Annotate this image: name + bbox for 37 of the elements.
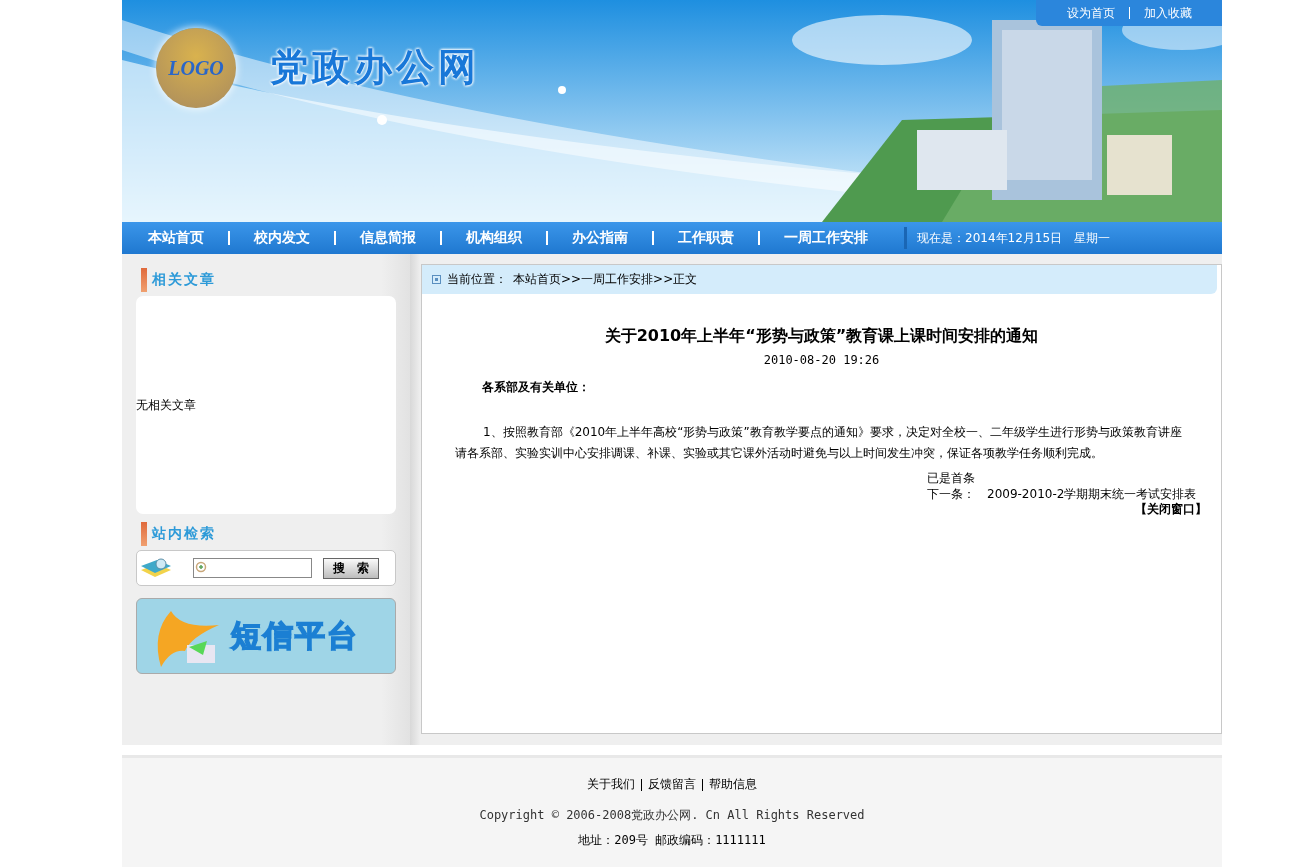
section-title: 相关文章 <box>152 271 216 289</box>
site-title: 党政办公网 <box>270 44 480 91</box>
nav-item[interactable]: 信息简报 <box>360 229 416 247</box>
footer-link[interactable]: 反馈留言 <box>648 776 696 793</box>
next-link[interactable]: 2009-2010-2学期期末统一考试安排表 <box>987 486 1197 502</box>
nav-item[interactable]: 工作职责 <box>678 229 734 247</box>
nav-item[interactable]: 机构组织 <box>466 229 522 247</box>
footer-link[interactable]: 关于我们 <box>587 776 635 793</box>
nav-item[interactable]: 校内发文 <box>254 229 310 247</box>
title-bar-icon <box>141 268 147 292</box>
next-label: 下一条： <box>927 486 975 502</box>
zoom-icon <box>195 561 209 575</box>
section-title: 站内检索 <box>152 525 216 543</box>
search-button[interactable]: 搜 索 <box>323 557 379 579</box>
books-icon <box>139 556 173 580</box>
nav-item[interactable]: 本站首页 <box>148 229 204 247</box>
top-link[interactable]: 加入收藏 <box>1143 4 1192 22</box>
search-field[interactable] <box>193 558 312 578</box>
bullet-icon <box>432 275 441 284</box>
breadcrumb-label: 当前位置： <box>447 271 507 288</box>
nav-item[interactable]: 一周工作安排 <box>784 229 868 247</box>
current-date: 现在是：2014年12月15日 星期一 <box>904 227 1111 249</box>
article-body: 1、按照教育部《2010年上半年高校“形势与政策”教育教学要点的通知》要求，决定对全校一、二年级学生进行形势与政策教育讲座请各系部、实验实训中心安排调课、补课、实验或其它课外活动时避免与以上时间发生冲突，保证各项教学任务顺利完成。 <box>455 424 1183 462</box>
empty-message: 无相关文章 <box>136 396 196 414</box>
previous-note: 已是首条 <box>927 470 975 486</box>
salutation: 各系部及有关单位： <box>482 379 591 396</box>
footer-link[interactable]: 帮助信息 <box>709 776 757 793</box>
close-link[interactable]: 【关闭窗口】 <box>1135 502 1207 516</box>
copyright: Copyright © 2006-2008党政办公网. Cn All Rights Reserved <box>479 807 865 824</box>
top-link[interactable]: 设为首页 <box>1066 4 1115 22</box>
article-title: 关于2010年上半年“形势与政策”教育课上课时间安排的通知 <box>603 326 1040 347</box>
title-bar-icon <box>141 522 147 546</box>
nav-item[interactable]: 办公指南 <box>572 229 628 247</box>
address: 地址：209号 邮政编码：1111111 <box>578 832 766 849</box>
article-date: 2010-08-20 19:26 <box>762 353 881 367</box>
sms-banner[interactable]: 短信平台 <box>136 598 396 674</box>
breadcrumb-path: 本站首页>>一周工作安排>>正文 <box>513 271 698 288</box>
